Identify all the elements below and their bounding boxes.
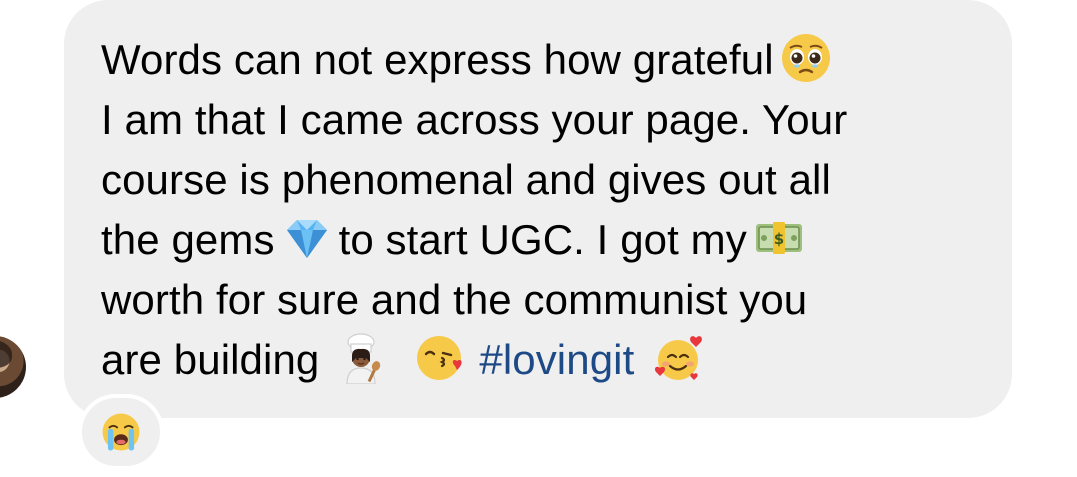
message-line-1: Words can not express how grateful [101,30,981,90]
hashtag-link[interactable]: #lovingit [479,336,634,383]
message-line-4a-text: the gems [101,216,275,263]
message-line-6: are building #lovingit [101,330,981,390]
svg-text:$: $ [774,230,785,248]
dm-conversation: Words can not express how grateful I am … [0,0,1077,477]
message-reaction[interactable] [78,394,164,470]
loudly-crying-face-emoji-icon [102,413,140,451]
gem-stone-emoji-icon [281,212,333,264]
avatar-hair [0,340,12,368]
message-line-4: the gems to start UGC. I got my $ [101,210,981,270]
woman-cook-emoji-icon [335,332,387,384]
message-line-2: I am that I came across your page. Your [101,90,981,150]
message-line-3-text: course is phenomenal and gives out all [101,156,831,203]
sender-avatar[interactable] [0,336,26,398]
dollar-banknote-emoji-icon: $ [753,212,805,264]
message-line-5: worth for sure and the communist you [101,270,981,330]
pleading-face-emoji-icon [780,32,832,84]
face-blowing-kiss-emoji-icon [415,332,467,384]
message-line-3: course is phenomenal and gives out all [101,150,981,210]
message-line-1-text: Words can not express how grateful [101,36,774,83]
message-line-5-text: worth for sure and the communist you [101,276,808,323]
smiling-face-with-hearts-emoji-icon [652,332,704,384]
message-line-2-text: I am that I came across your page. Your [101,96,848,143]
message-text: Words can not express how grateful I am … [101,30,981,390]
message-line-6-text: are building [101,336,320,383]
message-line-4b-text: to start UGC. I got my [338,216,747,263]
